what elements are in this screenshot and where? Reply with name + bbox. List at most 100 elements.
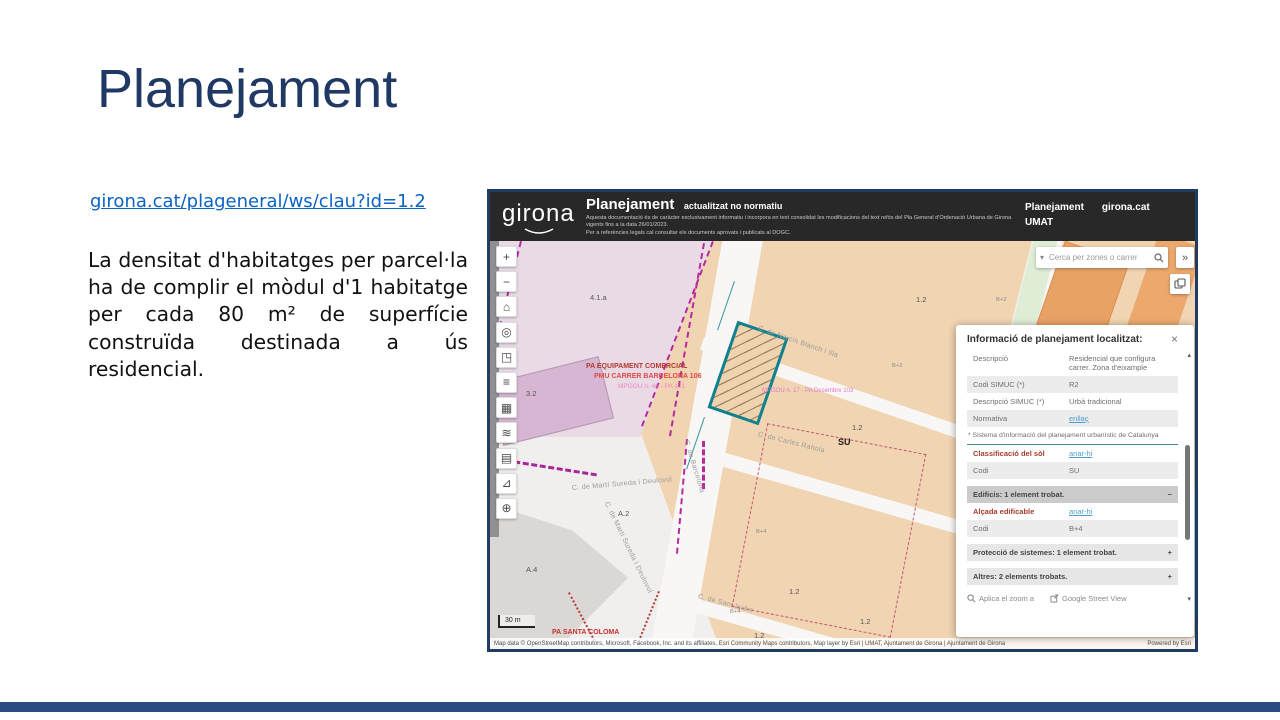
zone-label: 4.1.a — [590, 293, 607, 302]
panel-title: Informació de planejament localitzat: — [967, 334, 1143, 345]
building-label: B+2 — [892, 363, 902, 369]
panel-scrollbar-thumb[interactable] — [1185, 445, 1190, 540]
print-button[interactable]: ▤ — [496, 448, 517, 469]
expand-icon[interactable]: + — [1168, 572, 1172, 581]
panel-row-alcada: Alçada edificable anar-hi — [967, 503, 1178, 520]
zoom-out-button[interactable]: − — [496, 271, 517, 292]
app-header: girona Planejament actualitzat no normat… — [490, 192, 1195, 241]
basemap-toggle-button[interactable] — [1170, 274, 1190, 294]
mpgou-label: MPGOU n. 46 - PA 101 — [618, 383, 685, 390]
double-chevron-icon: » — [1182, 252, 1188, 264]
zoom-to-icon — [967, 594, 976, 603]
section-proteccio[interactable]: Protecció de sistemes: 1 element trobat.… — [967, 544, 1178, 561]
app-title: Planejament — [586, 196, 674, 213]
home-button[interactable]: ⌂ — [496, 296, 517, 317]
source-url-link[interactable]: girona.cat/plageneral/ws/clau?id=1.2 — [90, 191, 426, 212]
building-label: B+4 — [756, 529, 766, 535]
zone-label: 1.2 — [852, 423, 862, 432]
search-icon[interactable] — [1154, 253, 1164, 263]
panel-row-codi-simuc: Codi SIMUC (*) R2 — [967, 376, 1178, 393]
layers-icon: ≋ — [501, 427, 511, 439]
panel-row-classificacio: Classificació del sòl anar-hi — [967, 445, 1178, 462]
close-icon[interactable]: × — [1171, 334, 1178, 344]
nav-girona-cat[interactable]: girona.cat — [1102, 200, 1150, 215]
attribution-text: Map data © OpenStreetMap contributors, M… — [494, 641, 1005, 647]
mpgou-label: MPGOU n. 17 - PA Desembre 103 — [762, 388, 853, 394]
panel-row-descripcio-simuc: Descripció SIMUC (*) Urbà tradicional — [967, 393, 1178, 410]
section-title: Altres: 2 elements trobats. — [973, 572, 1067, 581]
row-label: Descripció SIMUC (*) — [973, 397, 1069, 406]
apply-zoom-action[interactable]: Aplica el zoom a — [967, 594, 1034, 603]
expand-icon[interactable]: + — [1168, 548, 1172, 557]
basemap-icon — [1174, 278, 1186, 290]
powered-by-esri: Powered by Esri — [1147, 641, 1191, 647]
row-value: SU — [1069, 466, 1172, 475]
normativa-link[interactable]: enllaç — [1069, 414, 1172, 423]
header-disclaimer-line1: Aquesta documentació és de caràcter excl… — [586, 215, 1016, 230]
slide-bottom-accent-bar — [0, 702, 1280, 712]
search-bar: ▾ — [1036, 247, 1168, 268]
home-icon: ⌂ — [503, 301, 510, 313]
external-link-icon — [1050, 594, 1059, 603]
body-paragraph: La densitat d'habitatges per parcel·la h… — [88, 247, 468, 383]
zone-label: A.2 — [618, 509, 629, 518]
nav-planejament[interactable]: Planejament — [1025, 200, 1084, 215]
zoom-in-button[interactable]: + — [496, 246, 517, 267]
map-toolbar: + − ⌂ ◎ ◳ ≡ ▦ ≋ ▤ ⊿ ⊕ — [496, 246, 517, 519]
anar-hi-link[interactable]: anar-hi — [1069, 507, 1172, 516]
map-canvas[interactable]: 4.1.a 3.2 A.2 A.4 SU 1.2 1.2 1.2 1.2 1.2… — [490, 241, 1195, 649]
layers-button[interactable]: ≋ — [496, 422, 517, 443]
basemap-gallery-button[interactable]: ▦ — [496, 397, 517, 418]
locate-icon: ◎ — [501, 326, 511, 338]
street-view-action[interactable]: Google Street View — [1050, 594, 1126, 603]
section-altres[interactable]: Altres: 2 elements trobats. + — [967, 568, 1178, 585]
plus-icon: + — [503, 251, 510, 263]
nav-umat[interactable]: UMAT — [1025, 217, 1053, 228]
locate-button[interactable]: ◎ — [496, 322, 517, 343]
section-edificis[interactable]: Edificis: 1 element trobat. − — [967, 486, 1178, 503]
info-panel: Informació de planejament localitzat: × … — [956, 325, 1194, 637]
zone-label: 3.2 — [526, 389, 536, 398]
building-label: B+2 — [996, 297, 1006, 303]
row-value: Urbà tradicional — [1069, 397, 1172, 406]
zone-label: A.4 — [526, 565, 537, 574]
pan-button[interactable]: ⊕ — [496, 498, 517, 519]
row-label: Codi — [973, 466, 1069, 475]
planejament-app-screenshot: girona Planejament actualitzat no normat… — [487, 189, 1198, 652]
zone-label: 1.2 — [916, 295, 926, 304]
row-value: R2 — [1069, 380, 1172, 389]
fullscreen-button[interactable]: ◳ — [496, 347, 517, 368]
collapse-icon[interactable]: − — [1168, 490, 1172, 499]
row-label: Codi — [973, 524, 1069, 533]
boundary-dashed-magenta-5 — [506, 459, 597, 476]
measure-button[interactable]: ⊿ — [496, 473, 517, 494]
grid-icon: ▦ — [501, 402, 512, 414]
header-title-block: Planejament actualitzat no normatiu Aque… — [586, 192, 1025, 237]
girona-logo[interactable]: girona — [490, 192, 586, 241]
header-nav: Planejament girona.cat UMAT — [1025, 192, 1195, 230]
street-label: C. de Martí Sureda i Deulovol — [572, 476, 673, 492]
girona-logo-arc-icon — [524, 228, 554, 236]
pmu-label: PMU CARRER BARCELONA 106 — [594, 373, 701, 380]
fullscreen-icon: ◳ — [501, 351, 512, 363]
pan-icon: ⊕ — [501, 502, 511, 514]
scroll-up-icon[interactable]: ▴ — [1187, 351, 1191, 359]
search-dropdown-caret-icon[interactable]: ▾ — [1040, 253, 1044, 262]
row-label: Descripció — [973, 354, 1069, 363]
section-label: Classificació del sòl — [973, 449, 1069, 458]
legend-button[interactable]: ≡ — [496, 372, 517, 393]
zone-label-su: SU — [838, 437, 851, 447]
section-title: Edificis: 1 element trobat. — [973, 490, 1064, 499]
scroll-down-icon[interactable]: ▾ — [1187, 595, 1191, 603]
row-label: Normativa — [973, 414, 1069, 423]
legend-icon: ≡ — [503, 376, 510, 388]
section-title: Protecció de sistemes: 1 element trobat. — [973, 548, 1117, 557]
zone-label: 1.2 — [789, 587, 799, 596]
row-label: Codi SIMUC (*) — [973, 380, 1069, 389]
pa-santa-coloma-label: PA SANTA COLOMA — [552, 629, 619, 636]
anar-hi-link[interactable]: anar-hi — [1069, 449, 1172, 458]
search-expand-button[interactable]: » — [1176, 247, 1194, 268]
search-input[interactable] — [1047, 252, 1154, 263]
row-value: Residencial que configura carrer. Zona d… — [1069, 354, 1172, 372]
pa-label: PA EQUIPAMENT COMERCIAL — [586, 363, 687, 370]
